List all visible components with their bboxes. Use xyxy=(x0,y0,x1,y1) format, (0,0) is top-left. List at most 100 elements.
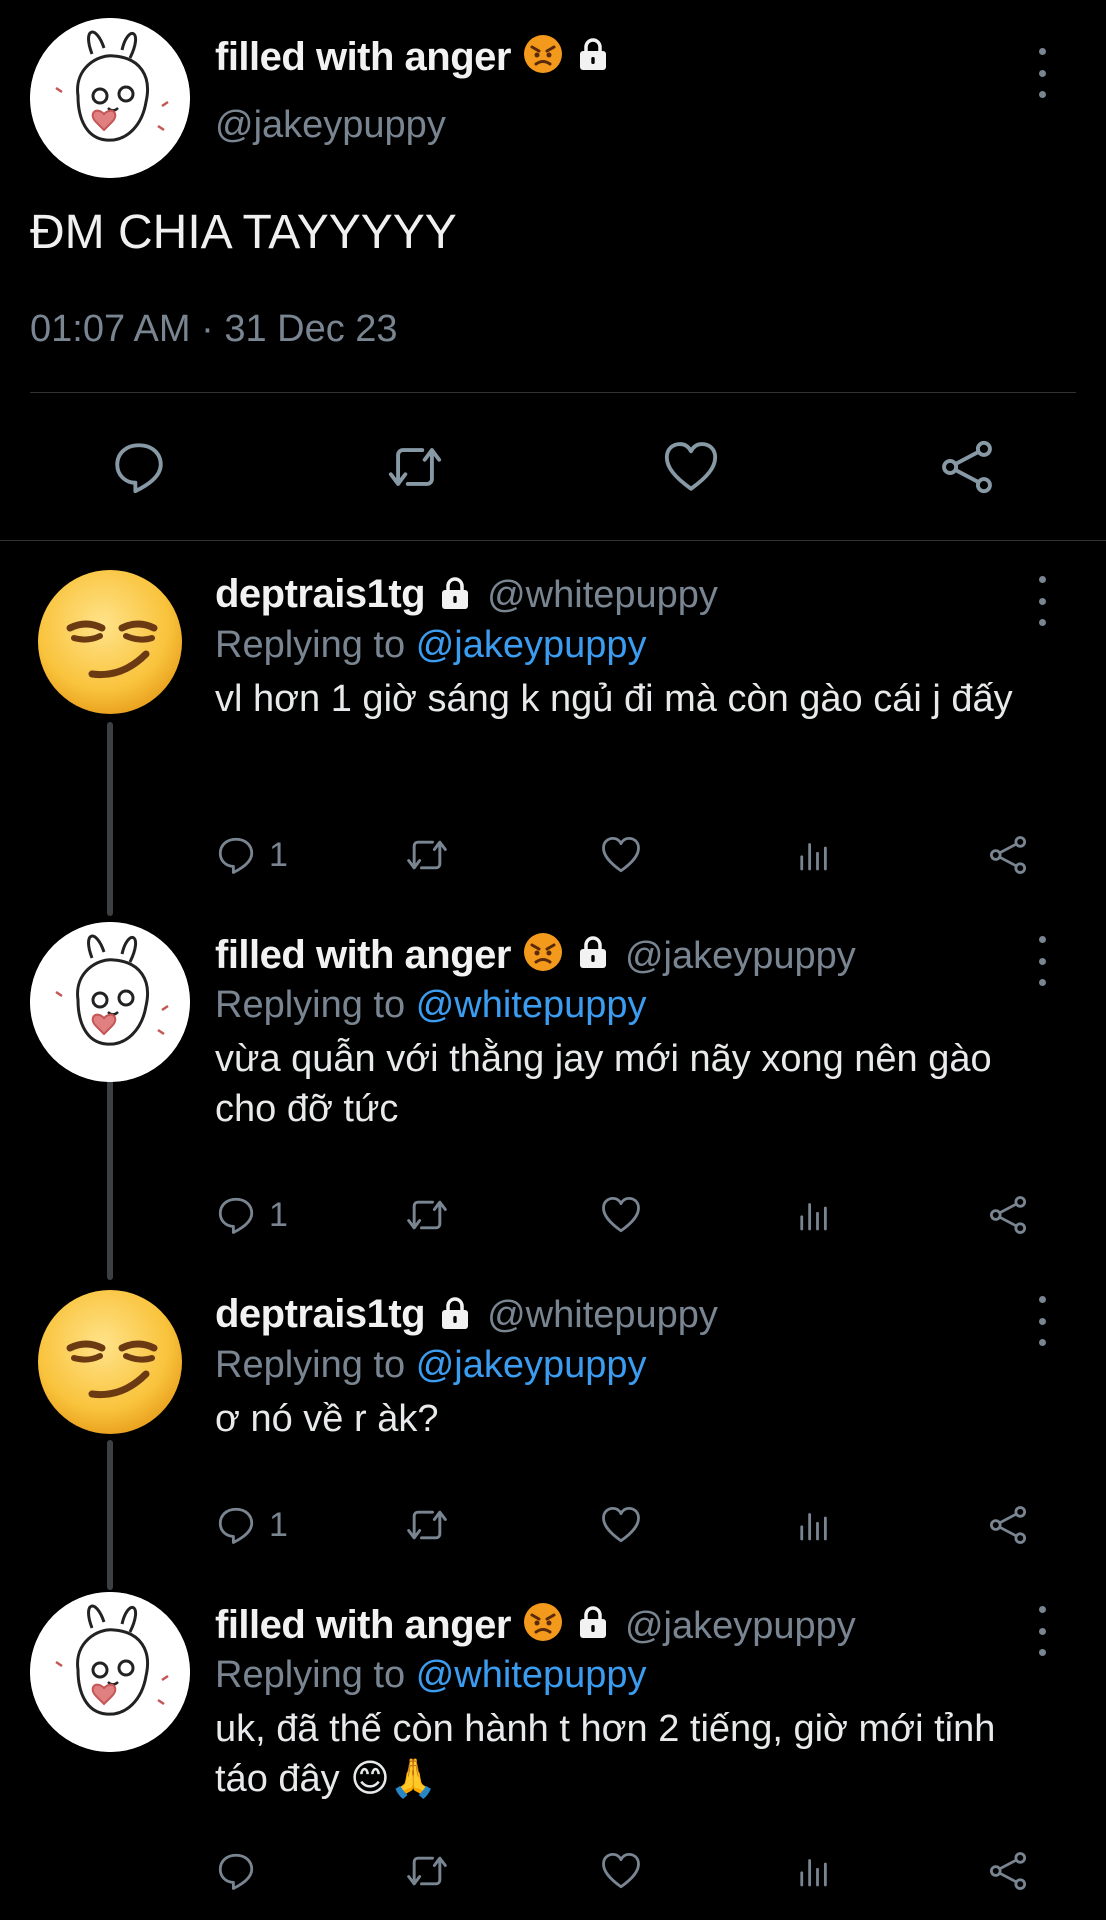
replying-to: Replying to @jakeypuppy xyxy=(215,624,647,666)
stats-icon xyxy=(793,1850,835,1892)
tweet-actions xyxy=(215,1846,1035,1896)
heart-icon xyxy=(600,834,642,876)
thread-line xyxy=(107,722,113,916)
angry-emoji-icon xyxy=(523,1602,563,1642)
retweet-button[interactable] xyxy=(405,830,449,880)
heart-icon xyxy=(600,1850,642,1892)
lock-icon xyxy=(575,1604,611,1640)
more-options-icon[interactable] xyxy=(1032,1606,1052,1656)
display-name[interactable]: filled with anger xyxy=(215,1603,511,1647)
reply-count: 1 xyxy=(269,1505,288,1544)
user-handle[interactable]: @jakeypuppy xyxy=(625,935,856,977)
more-options-icon[interactable] xyxy=(1032,48,1052,98)
tweet-timestamp[interactable]: 01:07 AM · 31 Dec 23 xyxy=(30,308,398,351)
stats-icon xyxy=(793,834,835,876)
angry-emoji-icon xyxy=(523,34,563,74)
share-button[interactable] xyxy=(987,1190,1029,1240)
user-avatar[interactable] xyxy=(30,1592,190,1752)
angry-emoji-icon xyxy=(523,932,563,972)
main-tweet: filled with anger @jakeypuppy ĐM CHIA TA… xyxy=(0,0,1106,540)
user-handle[interactable]: @jakeypuppy xyxy=(215,104,446,147)
reply-button[interactable]: 1 xyxy=(215,830,288,880)
tweet-actions: 1 xyxy=(215,830,1035,880)
analytics-button[interactable] xyxy=(793,1846,835,1896)
heart-icon xyxy=(600,1504,642,1546)
retweet-icon xyxy=(405,833,449,877)
retweet-icon xyxy=(405,1503,449,1547)
user-avatar[interactable] xyxy=(30,922,190,1082)
reply-icon xyxy=(215,834,257,876)
mention-link[interactable]: @whitepuppy xyxy=(416,1654,647,1696)
user-avatar[interactable] xyxy=(30,18,190,178)
retweet-button[interactable] xyxy=(405,1500,449,1550)
reply-count: 1 xyxy=(269,1195,288,1234)
lock-icon xyxy=(437,575,473,611)
user-avatar[interactable] xyxy=(30,1282,190,1442)
more-options-icon[interactable] xyxy=(1032,936,1052,986)
retweet-button[interactable] xyxy=(380,432,450,502)
divider xyxy=(0,540,1106,541)
share-icon xyxy=(987,1504,1029,1546)
reply-button[interactable]: 1 xyxy=(215,1190,288,1240)
heart-icon xyxy=(600,1194,642,1236)
user-handle[interactable]: @jakeypuppy xyxy=(625,1605,856,1647)
lock-icon xyxy=(437,1295,473,1331)
tweet-text: ơ nó về r àk? xyxy=(215,1398,439,1440)
share-icon xyxy=(987,1850,1029,1892)
lock-icon xyxy=(575,36,611,72)
tweet-actions: 1 xyxy=(215,1500,1035,1550)
like-button[interactable] xyxy=(600,1500,642,1550)
like-button[interactable] xyxy=(600,830,642,880)
stats-icon xyxy=(793,1504,835,1546)
user-avatar[interactable] xyxy=(30,562,190,722)
mention-link[interactable]: @jakeypuppy xyxy=(416,624,647,666)
separator xyxy=(30,392,1076,393)
tweet-text: ĐM CHIA TAYYYYY xyxy=(30,206,457,259)
share-icon xyxy=(987,1194,1029,1236)
retweet-button[interactable] xyxy=(405,1846,449,1896)
more-options-icon[interactable] xyxy=(1032,1296,1052,1346)
share-button[interactable] xyxy=(932,432,1002,502)
like-button[interactable] xyxy=(600,1846,642,1896)
user-handle[interactable]: @whitepuppy xyxy=(487,1294,718,1336)
replying-to: Replying to @whitepuppy xyxy=(215,984,647,1026)
reply-button[interactable]: 1 xyxy=(215,1500,288,1550)
tweet-actions: 1 xyxy=(215,1190,1035,1240)
reply-button[interactable] xyxy=(104,432,174,502)
mention-link[interactable]: @whitepuppy xyxy=(416,984,647,1026)
stats-icon xyxy=(793,1194,835,1236)
display-name[interactable]: filled with anger xyxy=(215,933,511,977)
tweet-text: uk, đã thế còn hành t hơn 2 tiếng, giờ m… xyxy=(215,1708,996,1800)
share-button[interactable] xyxy=(987,1846,1029,1896)
mention-link[interactable]: @jakeypuppy xyxy=(416,1344,647,1386)
display-name[interactable]: deptrais1tg xyxy=(215,572,426,616)
retweet-button[interactable] xyxy=(405,1190,449,1240)
share-icon xyxy=(987,834,1029,876)
analytics-button[interactable] xyxy=(793,830,835,880)
reply-icon xyxy=(215,1194,257,1236)
reply-button[interactable] xyxy=(215,1846,269,1896)
retweet-icon xyxy=(386,438,444,496)
lock-icon xyxy=(575,934,611,970)
share-button[interactable] xyxy=(987,830,1029,880)
reply-icon xyxy=(215,1504,257,1546)
display-name[interactable]: deptrais1tg xyxy=(215,1292,426,1336)
thread-line xyxy=(107,1080,113,1280)
like-button[interactable] xyxy=(600,1190,642,1240)
heart-icon xyxy=(662,438,720,496)
reply-count: 1 xyxy=(269,835,288,874)
replying-to: Replying to @whitepuppy xyxy=(215,1654,647,1696)
display-name[interactable]: filled with anger xyxy=(215,34,611,80)
reply-icon xyxy=(215,1850,257,1892)
analytics-button[interactable] xyxy=(793,1190,835,1240)
share-icon xyxy=(938,438,996,496)
like-button[interactable] xyxy=(656,432,726,502)
share-button[interactable] xyxy=(987,1500,1029,1550)
tweet-text: vl hơn 1 giờ sáng k ngủ đi mà còn gào cá… xyxy=(215,678,1013,720)
thread-line xyxy=(107,1440,113,1590)
more-options-icon[interactable] xyxy=(1032,576,1052,626)
user-handle[interactable]: @whitepuppy xyxy=(487,574,718,616)
retweet-icon xyxy=(405,1193,449,1237)
retweet-icon xyxy=(405,1849,449,1893)
analytics-button[interactable] xyxy=(793,1500,835,1550)
